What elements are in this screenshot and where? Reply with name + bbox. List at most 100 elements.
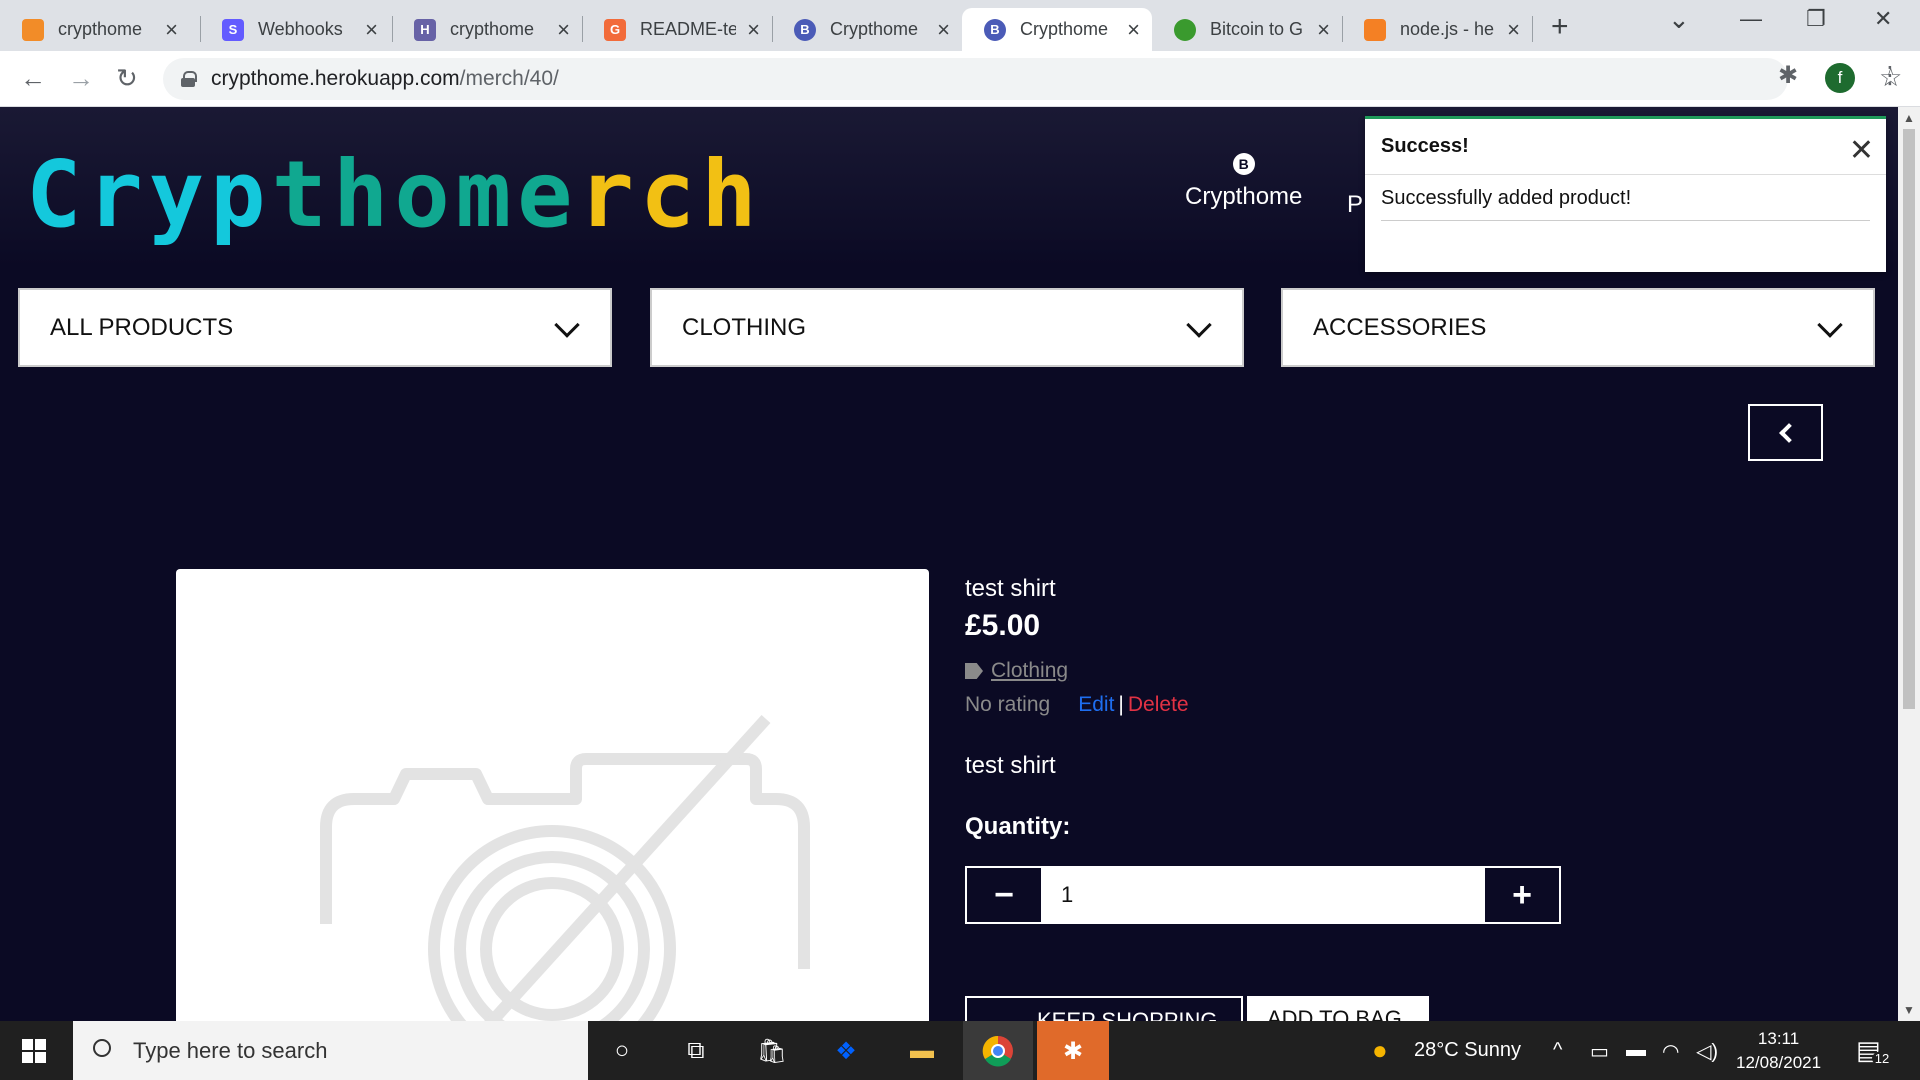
nav-link-partial[interactable]: P [1347, 191, 1363, 219]
back-button[interactable] [1748, 404, 1823, 461]
browser-tab[interactable]: node.js - he × [1342, 8, 1532, 51]
volume-icon[interactable]: ◁) [1696, 1039, 1718, 1064]
rating-text: No rating [965, 693, 1051, 716]
close-icon[interactable]: × [557, 17, 570, 43]
profile-avatar[interactable]: f [1825, 63, 1855, 93]
product-image-placeholder [176, 569, 929, 1021]
dropbox-icon[interactable]: ❖ [828, 1033, 864, 1069]
battery-icon[interactable]: ▬ [1626, 1039, 1646, 1062]
stackoverflow-icon [1364, 18, 1386, 41]
scrollbar-thumb[interactable] [1903, 129, 1915, 709]
tab-title: Crypthome [1020, 19, 1109, 39]
chevron-down-icon [554, 312, 580, 338]
browser-tab[interactable]: B Crypthome × [772, 8, 962, 51]
reload-icon[interactable]: ↻ [116, 63, 138, 94]
delete-link[interactable]: Delete [1128, 693, 1189, 717]
dropdown-accessories[interactable]: ACCESSORIES [1281, 288, 1875, 367]
windows-start-icon[interactable] [22, 1039, 46, 1063]
tab-title: Webhooks [258, 19, 343, 39]
task-view-icon[interactable]: ⧉ [678, 1033, 714, 1069]
forward-arrow-icon[interactable]: → [68, 63, 94, 94]
dropdown-clothing[interactable]: CLOTHING [650, 288, 1244, 367]
taskbar-clock[interactable]: 13:11 12/08/2021 [1736, 1027, 1821, 1075]
tab-title: crypthome [450, 19, 535, 39]
close-icon[interactable]: × [165, 17, 178, 43]
product-category: Clothing [965, 659, 1068, 683]
back-arrow-icon[interactable]: ← [20, 63, 46, 94]
separator: | [1118, 693, 1124, 716]
logo-part: rch [578, 141, 763, 248]
url-field[interactable]: crypthome.herokuapp.com /merch/40/ ☆ [163, 58, 1902, 100]
chrome-icon[interactable] [980, 1033, 1016, 1069]
minus-icon: − [994, 875, 1014, 914]
quantity-label: Quantity: [965, 813, 1071, 840]
weather-text[interactable]: 28°C Sunny [1414, 1039, 1521, 1062]
browser-tab[interactable]: crypthome × [0, 8, 190, 51]
browser-tab[interactable]: Bitcoin to G × [1152, 8, 1342, 51]
no-image-camera-icon [320, 714, 810, 1021]
lock-icon [181, 71, 197, 87]
notification-icon[interactable]: ▤ 12 [1856, 1035, 1892, 1066]
scroll-up-icon[interactable]: ▲ [1903, 111, 1915, 125]
file-explorer-icon[interactable]: ▬ [904, 1033, 940, 1069]
quantity-stepper: − 1 + [965, 866, 1561, 924]
dropdown-all-products[interactable]: ALL PRODUCTS [18, 288, 612, 367]
product-name: test shirt [965, 575, 1056, 602]
stripe-icon: S [222, 18, 244, 41]
nav-crypthome-link[interactable]: B Crypthome [1185, 153, 1302, 211]
clock-time: 13:11 [1757, 1029, 1800, 1048]
kebab-menu-icon[interactable]: ⋮ [1878, 61, 1902, 90]
close-icon[interactable]: × [747, 17, 760, 43]
browser-tab[interactable]: S Webhooks × [200, 8, 390, 51]
tab-search-icon[interactable]: ⌄ [1668, 4, 1690, 35]
scroll-down-icon[interactable]: ▼ [1903, 1003, 1915, 1017]
decrement-button[interactable]: − [967, 868, 1041, 922]
tab-separator [1532, 16, 1533, 42]
toast-title: Success! [1365, 119, 1886, 175]
page-scrollbar[interactable]: ▲ ▼ [1898, 107, 1920, 1021]
store-icon[interactable]: 🛍 [754, 1033, 790, 1069]
add-to-bag-button[interactable]: ADD TO BAG [1247, 996, 1429, 1021]
address-bar-row: ← → ↻ crypthome.herokuapp.com /merch/40/… [0, 51, 1920, 107]
quantity-input[interactable]: 1 [1041, 868, 1485, 922]
new-tab-icon[interactable]: + [1551, 10, 1569, 44]
bitcoin-icon: B [984, 18, 1006, 41]
chevron-left-icon [1778, 422, 1799, 443]
notification-count: 12 [1872, 1051, 1892, 1066]
taskbar-search-input[interactable]: Type here to search [73, 1021, 588, 1080]
extensions-puzzle-icon[interactable]: ✱ [1778, 61, 1798, 90]
url-path: /merch/40/ [459, 67, 559, 90]
bitcoin-icon: B [1232, 153, 1255, 175]
close-icon[interactable]: × [365, 17, 378, 43]
tab-title: Bitcoin to G [1210, 19, 1304, 39]
tab-title: README-te [640, 19, 736, 39]
close-icon[interactable]: ✕ [1849, 133, 1874, 168]
close-icon[interactable]: × [1127, 17, 1140, 43]
restore-icon[interactable]: ❐ [1806, 6, 1826, 32]
slack-icon[interactable]: ✱ [1055, 1033, 1091, 1069]
edit-link[interactable]: Edit [1078, 693, 1114, 717]
chevron-down-icon [1817, 312, 1843, 338]
device-icon[interactable]: ▭ [1590, 1039, 1609, 1064]
plus-icon: + [1512, 875, 1532, 914]
close-icon[interactable]: × [937, 17, 950, 43]
close-window-icon[interactable]: ✕ [1874, 6, 1892, 32]
globe-icon [1174, 18, 1196, 41]
close-icon[interactable]: × [1507, 17, 1520, 43]
logo-part: thome [271, 141, 579, 248]
dropdown-label: ACCESSORIES [1313, 313, 1487, 341]
success-toast: Success! ✕ Successfully added product! [1365, 116, 1886, 272]
toast-message: Successfully added product! [1381, 187, 1870, 221]
browser-tab[interactable]: H crypthome × [392, 8, 582, 51]
browser-tab-active[interactable]: B Crypthome × [962, 8, 1152, 51]
category-link[interactable]: Clothing [991, 659, 1068, 683]
cortana-icon[interactable]: ○ [604, 1033, 640, 1069]
keep-shopping-button[interactable]: KEEP SHOPPING [965, 996, 1243, 1021]
close-icon[interactable]: × [1317, 17, 1330, 43]
browser-tab[interactable]: G README-te × [582, 8, 772, 51]
minimize-icon[interactable]: — [1740, 6, 1762, 32]
chevron-up-icon[interactable]: ^ [1553, 1039, 1562, 1062]
wifi-icon[interactable]: ◠ [1662, 1039, 1679, 1064]
increment-button[interactable]: + [1485, 868, 1559, 922]
site-logo[interactable]: Crypthomerch [26, 141, 763, 248]
